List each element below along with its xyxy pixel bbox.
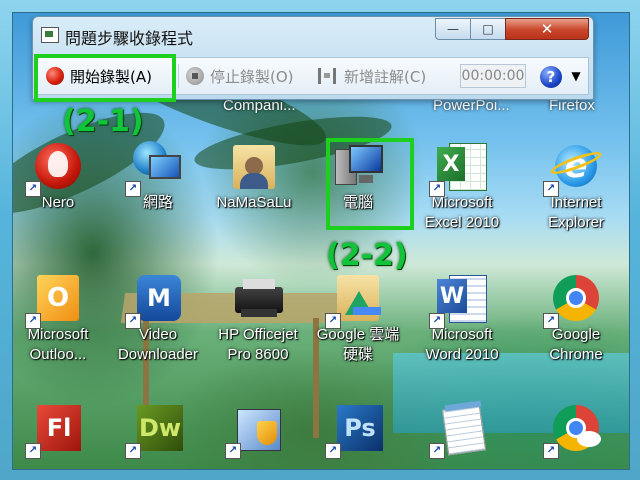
desktop-icon-excel[interactable]: X ↗ Microsoft Excel 2010 (417, 139, 507, 233)
stop-record-button[interactable]: 停止錄製(O) (186, 58, 294, 94)
highlight-box-start-record (34, 54, 176, 102)
desktop-icon-label: Video Downloader (117, 326, 199, 363)
outlook-icon: O ↗ (25, 271, 85, 329)
ie-icon: e ↗ (543, 139, 604, 197)
desktop-icon-label: HP Officejet Pro 8600 (218, 326, 298, 363)
maximize-button[interactable]: □ (470, 18, 506, 40)
word-icon: W ↗ (429, 271, 489, 329)
stop-record-label: 停止錄製(O) (210, 67, 294, 86)
flash-icon: Fl ↗ (25, 401, 85, 459)
title-bar[interactable]: 問題步驟收錄程式 — □ ✕ (33, 17, 593, 53)
help-icon[interactable]: ? (540, 66, 562, 88)
desktop-icon-google-drive[interactable]: ↗ Google 雲端 硬碟 (313, 271, 403, 365)
desktop-icon-dreamweaver[interactable]: Dw ↗ (113, 401, 203, 459)
close-icon: ✕ (540, 20, 554, 38)
desktop-icon-flash[interactable]: Fl ↗ (13, 401, 103, 459)
toolbar-separator (178, 64, 179, 88)
comment-icon (318, 68, 336, 84)
desktop-icon-network[interactable]: ↗ 網路 (113, 139, 203, 213)
highlight-box-computer (326, 138, 414, 230)
settings-dropdown-button[interactable]: ▼ (566, 62, 586, 90)
chrome-canary-icon: ↗ (543, 401, 603, 459)
desktop-icon-outlook[interactable]: O ↗ Microsoft Outloo... (13, 271, 103, 365)
folder-user-icon (227, 139, 281, 193)
desktop-icon-word[interactable]: W ↗ Microsoft Word 2010 (417, 271, 507, 365)
chrome-icon: ↗ (543, 271, 603, 329)
stop-icon (186, 67, 204, 85)
desktop-icon-label: Microsoft Word 2010 (425, 326, 499, 363)
desktop-icon-label: Microsoft Outloo... (27, 326, 89, 363)
desktop-icon-internet-explorer[interactable]: e ↗ Internet Explorer (531, 139, 621, 233)
desktop-icon-label: Google 雲端 硬碟 (316, 326, 400, 363)
desktop-icon-label: Internet Explorer (548, 194, 604, 231)
desktop-icon-hp-printer[interactable]: HP Officejet Pro 8600 (213, 271, 303, 365)
chevron-down-icon: ▼ (571, 69, 581, 83)
desktop-icon-notepad[interactable]: ↗ (417, 400, 507, 459)
desktop-icon-nero[interactable]: ↗ Nero (13, 139, 103, 213)
desktop-icon-label: NaMaSaLu (216, 194, 292, 211)
desktop-icon-chrome[interactable]: ↗ Google Chrome (531, 271, 621, 365)
video-downloader-icon: M ↗ (125, 271, 185, 329)
add-comment-label: 新增註解(C) (344, 67, 427, 86)
network-icon: ↗ (125, 139, 185, 197)
desktop-icon-user-folder[interactable]: NaMaSaLu (209, 139, 299, 213)
step-label-2-2: (2-2) (326, 238, 408, 273)
step-label-2-1: (2-1) (62, 104, 144, 139)
steps-recorder-app-icon (41, 27, 59, 43)
add-comment-button[interactable]: 新增註解(C) (318, 58, 426, 94)
minimize-button[interactable]: — (435, 18, 471, 40)
photoshop-icon: Ps ↗ (325, 401, 385, 459)
recording-timer: 00:00:00 (460, 64, 526, 88)
desktop-icon-control-panel[interactable]: ↗ (213, 401, 303, 459)
minimize-icon: — (447, 22, 459, 36)
printer-icon (231, 271, 285, 325)
desktop-icon-chrome-canary[interactable]: ↗ (531, 401, 621, 459)
desktop-icon-photoshop[interactable]: Ps ↗ (313, 401, 403, 459)
nero-icon: ↗ (25, 139, 85, 197)
excel-icon: X ↗ (429, 139, 489, 197)
google-drive-icon: ↗ (325, 271, 385, 329)
desktop-icon-label: Microsoft Excel 2010 (424, 194, 500, 231)
maximize-icon: □ (482, 22, 494, 36)
close-button[interactable]: ✕ (505, 18, 589, 40)
desktop-icon-video-downloader[interactable]: M ↗ Video Downloader (113, 271, 203, 365)
desktop-icon-label: Google Chrome (549, 326, 603, 363)
control-panel-icon: ↗ (225, 401, 285, 459)
notepad-icon: ↗ (429, 400, 489, 459)
window-title: 問題步驟收錄程式 (65, 29, 194, 48)
dreamweaver-icon: Dw ↗ (125, 401, 185, 459)
